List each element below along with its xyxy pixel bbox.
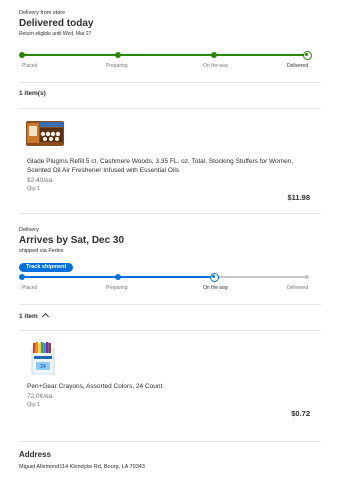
step-dot-placed <box>19 274 25 280</box>
divider <box>19 304 321 305</box>
item-unit-price: $2.40/ea <box>27 177 53 184</box>
step-dot-preparing <box>115 52 121 58</box>
divider <box>19 441 321 442</box>
arrival-status: Arrives by Sat, Dec 30 <box>19 235 125 246</box>
divider <box>19 213 321 214</box>
air-freshener-pack-image[interactable] <box>25 118 65 148</box>
divider <box>19 82 321 83</box>
delivery-source: Delivery from store <box>19 10 66 16</box>
delivery-status: Delivered today <box>19 18 94 29</box>
crayons-box-image[interactable]: 24 <box>31 341 55 375</box>
item-count-label: 1 item <box>19 313 38 320</box>
item-quantity: Qty 1 <box>27 186 41 192</box>
address-heading: Address <box>19 450 52 459</box>
item-name[interactable]: Pen+Gear Crayons, Assorted Colors, 24 Co… <box>27 382 317 391</box>
step-label-placed: Placed <box>22 285 38 291</box>
step-label-preparing: Preparing <box>106 285 128 291</box>
svg-text:24: 24 <box>40 364 46 370</box>
order2-item-count-toggle[interactable]: 1 item <box>19 312 321 321</box>
track-shipment-button[interactable]: Track shipment <box>19 263 74 272</box>
step-dot-delivered-current <box>302 50 312 60</box>
progress-line <box>22 54 307 56</box>
step-label-on-the-way: On the way <box>203 63 229 69</box>
order-details-page: Delivery from store Delivered today Retu… <box>0 0 341 500</box>
shipped-via: shipped via Fedex <box>19 248 64 254</box>
track-shipment-container: Track shipment <box>19 255 321 273</box>
chevron-up-icon <box>41 312 49 321</box>
step-dot-placed <box>19 52 25 58</box>
order2-header: Delivery Arrives by Sat, Dec 30 shipped … <box>19 227 321 273</box>
item-quantity: Qty 1 <box>27 402 41 408</box>
step-label-placed: Placed <box>22 63 38 69</box>
order1-item-details: Glade PlugIns Refill 5 ct, Cashmere Wood… <box>27 157 317 192</box>
step-dot-preparing <box>115 274 121 280</box>
order1-header: Delivery from store Delivered today Retu… <box>19 10 321 37</box>
step-label-delivered: Delivered <box>287 63 309 69</box>
step-label-preparing: Preparing <box>106 63 128 69</box>
order1-item-count: 1 item(s) <box>19 90 46 97</box>
step-label-on-the-way: On the way <box>203 285 229 291</box>
order2-progress-tracker: Placed Preparing On the way Delivered <box>19 272 309 293</box>
order2-item-details: Pen+Gear Crayons, Assorted Colors, 24 Co… <box>27 382 317 408</box>
step-dot-on-the-way <box>211 52 217 58</box>
delivery-type: Delivery <box>19 227 39 233</box>
item-price: $11.98 <box>287 193 310 202</box>
item-name[interactable]: Glade PlugIns Refill 5 ct, Cashmere Wood… <box>27 157 317 175</box>
step-label-delivered: Delivered <box>287 285 309 291</box>
item-price: $0.72 <box>291 409 310 418</box>
return-note: Return eligible until Wed, Mar 27 <box>19 31 92 37</box>
divider <box>19 108 321 109</box>
step-dot-on-the-way-current <box>209 272 219 282</box>
order1-progress-tracker: Placed Preparing On the way Delivered <box>19 50 312 71</box>
address-section: Address Miguel Allemond114 Klondyke Rd, … <box>19 450 321 470</box>
step-dot-delivered <box>305 275 309 279</box>
address-line: Miguel Allemond114 Klondyke Rd, Bourg, L… <box>19 464 145 470</box>
divider <box>19 330 321 331</box>
item-unit-price: 72.0¢/ea <box>27 393 53 400</box>
